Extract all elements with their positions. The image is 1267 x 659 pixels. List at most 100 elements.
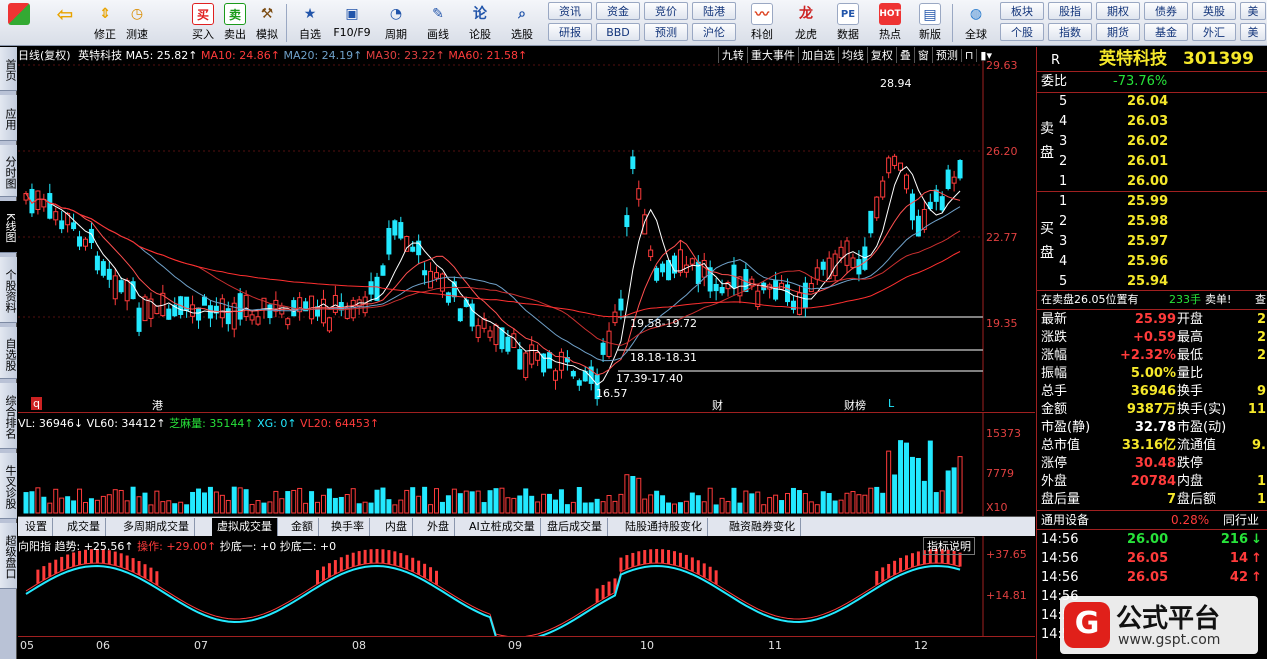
bbd-button[interactable]: BBD xyxy=(596,23,640,41)
period-button[interactable]: ◔ 周期 xyxy=(376,2,416,44)
oscillator-chart[interactable]: 向阳指 趋势: +25.56↑ 操作: +29.00↑ 抄底一: +0 抄底二:… xyxy=(18,536,1035,636)
tab-indicator[interactable]: 换手率 xyxy=(326,518,370,536)
bid-row[interactable]: 4 25.96 xyxy=(1037,253,1267,271)
ask-row[interactable]: 2 26.01 xyxy=(1037,153,1267,171)
event-marker[interactable]: 财 xyxy=(712,397,723,413)
toolbar-separator xyxy=(286,4,287,42)
buy-button[interactable]: 买 买入 xyxy=(186,2,220,44)
sidebar-item-profile[interactable]: 个股资料 xyxy=(0,257,17,323)
event-marker[interactable]: L xyxy=(888,397,894,410)
hot-topics-button[interactable]: HOT 热点 xyxy=(872,2,908,44)
auction-button[interactable]: 竞价 xyxy=(644,2,688,20)
add-watchlist-button[interactable]: 加自选 xyxy=(797,47,838,63)
adjust-button[interactable]: 复权 xyxy=(866,47,896,63)
hk-connect-button[interactable]: 陆港 xyxy=(692,2,736,20)
simulate-button[interactable]: ⚒ 模拟 xyxy=(250,2,284,44)
tab-indicator[interactable]: 外盘 xyxy=(422,518,455,536)
volume-chart[interactable]: VL: 36946↓ VL60: 34412↑ 芝麻量: 35144↑ XG: … xyxy=(18,412,1035,517)
osc-name: 向阳指 xyxy=(18,540,51,553)
more-button[interactable]: 美 xyxy=(1240,2,1266,20)
kline-chart[interactable]: 日线(复权) 英特科技 MA5: 25.82↑ MA10: 24.86↑ MA2… xyxy=(18,47,1035,413)
ma-button[interactable]: 均线 xyxy=(837,47,867,63)
window-button[interactable]: 窗 xyxy=(913,47,932,63)
major-events-button[interactable]: 重大事件 xyxy=(746,47,798,63)
forecast-button[interactable]: 预测 xyxy=(644,23,688,41)
ask-row[interactable]: 1 26.00 xyxy=(1037,173,1267,191)
index-button[interactable]: 指数 xyxy=(1048,23,1092,41)
sector-button[interactable]: 板块 xyxy=(1000,2,1044,20)
more-button-2[interactable]: 美 xyxy=(1240,23,1266,41)
research-button[interactable]: 研报 xyxy=(548,23,592,41)
candle-body xyxy=(945,169,951,189)
indicator-help-button[interactable]: 指标说明 xyxy=(923,537,975,555)
funds-market-button[interactable]: 基金 xyxy=(1144,23,1188,41)
sidebar-item-kline[interactable]: K线图 xyxy=(0,201,17,253)
period-label[interactable]: 日线(复权) xyxy=(18,49,71,62)
f10-button[interactable]: ▣ F10/F9 xyxy=(330,2,374,44)
screener-button[interactable]: ⌕ 选股 xyxy=(502,2,542,44)
same-industry-button[interactable]: 同行业 xyxy=(1223,511,1259,529)
bid-row[interactable]: 1 25.99 xyxy=(1037,193,1267,211)
event-marker[interactable]: 财榜 xyxy=(844,397,866,413)
forex-button[interactable]: 外汇 xyxy=(1192,23,1236,41)
nine-turn-button[interactable]: 九转 xyxy=(717,47,747,63)
tab-indicator[interactable]: 融资融券变化 xyxy=(724,518,801,536)
tab-indicator[interactable]: 内盘 xyxy=(380,518,413,536)
watchlist-button[interactable]: ★ 自选 xyxy=(290,2,330,44)
volume-bar xyxy=(808,501,814,514)
futures-button[interactable]: 期货 xyxy=(1096,23,1140,41)
uk-stocks-button[interactable]: 英股 xyxy=(1192,2,1236,20)
forecast-chart-button[interactable]: 预测 xyxy=(931,47,961,63)
tab-indicator[interactable]: 成交量 xyxy=(62,518,106,536)
discuss-button[interactable]: 论 论股 xyxy=(462,2,498,44)
bid-row[interactable]: 2 25.98 xyxy=(1037,213,1267,231)
new-version-button[interactable]: ▤ 新版 xyxy=(912,2,948,44)
data-button[interactable]: PE 数据 xyxy=(830,2,866,44)
sidebar-item-intraday[interactable]: 分时图 xyxy=(0,145,17,197)
volume-bar xyxy=(380,487,386,514)
tab-indicator[interactable]: 虚拟成交量 xyxy=(212,518,278,536)
bonds-button[interactable]: 债券 xyxy=(1144,2,1188,20)
alert-check-button[interactable]: 查 xyxy=(1255,291,1266,309)
funds-button[interactable]: 资金 xyxy=(596,2,640,20)
tab-indicator[interactable]: 多周期成交量 xyxy=(118,518,195,536)
ask-row[interactable]: 3 26.02 xyxy=(1037,133,1267,151)
speedtest-button[interactable]: ◷ 测速 xyxy=(120,2,154,44)
sidebar-item-watchlist[interactable]: 自选股 xyxy=(0,327,17,379)
tab-indicator[interactable]: 盘后成交量 xyxy=(542,518,608,536)
volume-bar xyxy=(886,450,892,514)
correct-button[interactable]: ⇕ 修正 xyxy=(88,2,122,44)
windows-icon-button[interactable] xyxy=(2,2,36,44)
tab-indicator[interactable]: 设置 xyxy=(20,518,53,536)
tab-indicator[interactable]: AI立桩成交量 xyxy=(464,518,541,536)
sidebar-item-home[interactable]: 首页 xyxy=(0,47,17,91)
sector-name[interactable]: 通用设备 xyxy=(1041,511,1089,529)
options-button[interactable]: 期权 xyxy=(1096,2,1140,20)
dragon-tiger-button[interactable]: 龙 龙虎 xyxy=(788,2,824,44)
tab-indicator[interactable]: 陆股通持股变化 xyxy=(620,518,708,536)
shanghai-london-button[interactable]: 沪伦 xyxy=(692,23,736,41)
event-marker[interactable]: 港 xyxy=(152,397,163,413)
tab-indicator[interactable]: 金额 xyxy=(286,518,319,536)
overlay-button[interactable]: 叠 xyxy=(895,47,914,63)
news-button[interactable]: 资讯 xyxy=(548,2,592,20)
stocks-button[interactable]: 个股 xyxy=(1000,23,1044,41)
sidebar-item-diagnosis[interactable]: 牛叉诊股 xyxy=(0,453,17,519)
star-market-button[interactable]: 〰 科创 xyxy=(744,2,780,44)
global-button[interactable]: ◍ 全球 xyxy=(956,2,996,44)
bid-row[interactable]: 3 25.97 xyxy=(1037,233,1267,251)
ask-row[interactable]: 5 26.04 xyxy=(1037,93,1267,111)
bid-row[interactable]: 5 25.94 xyxy=(1037,273,1267,291)
back-button[interactable]: ⇦ xyxy=(48,2,82,44)
event-marker[interactable]: q xyxy=(31,397,42,410)
index-futures-button[interactable]: 股指 xyxy=(1048,2,1092,20)
sidebar-item-depth[interactable]: 超级盘口 xyxy=(0,523,17,589)
stat-value: 2 xyxy=(1256,312,1266,327)
ask-row[interactable]: 4 26.03 xyxy=(1037,113,1267,131)
draw-line-button[interactable]: ✎ 画线 xyxy=(418,2,458,44)
sell-button[interactable]: 卖 卖出 xyxy=(218,2,252,44)
lock-icon[interactable]: ⊓ xyxy=(960,49,977,62)
stat-label: 涨跌 xyxy=(1041,330,1068,345)
sidebar-item-ranking[interactable]: 综合排名 xyxy=(0,383,17,449)
sidebar-item-apps[interactable]: 应用 xyxy=(0,95,17,141)
